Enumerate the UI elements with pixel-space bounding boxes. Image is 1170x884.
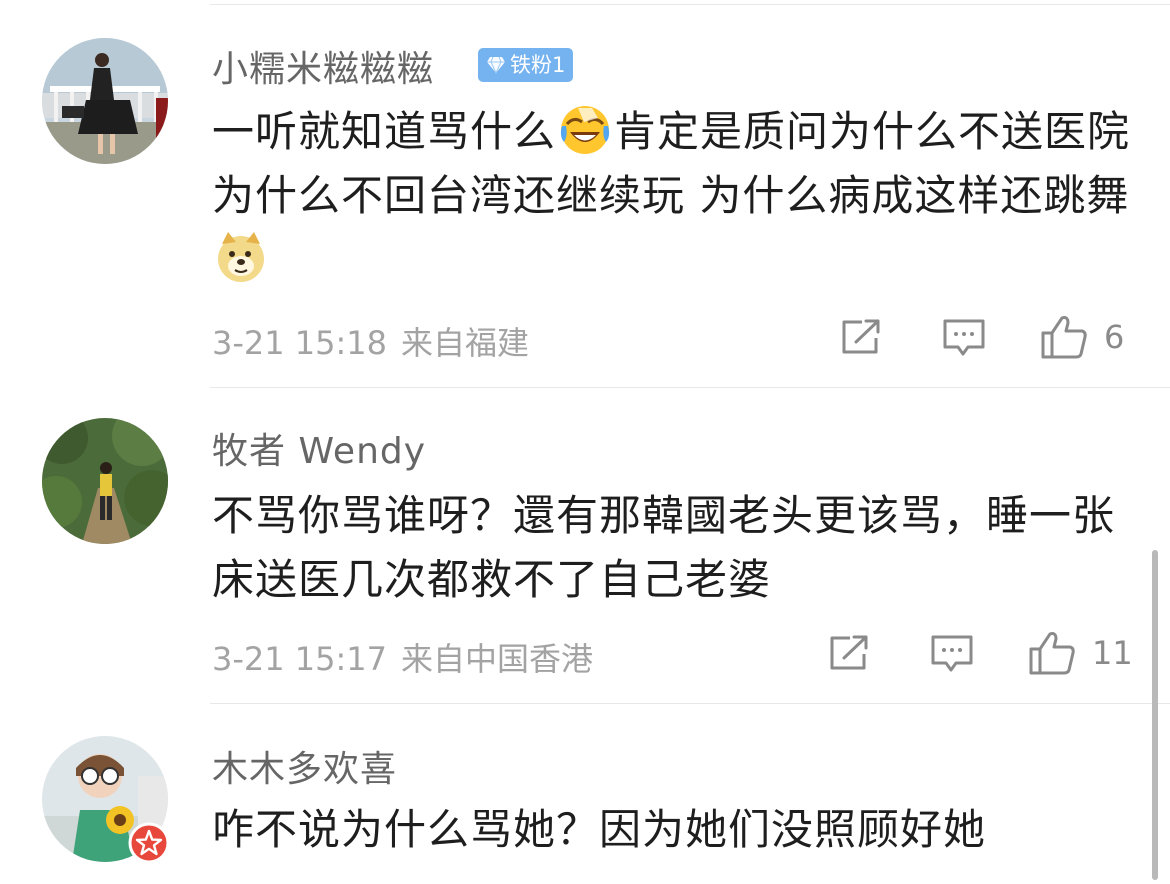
- scrollbar[interactable]: [1152, 550, 1158, 880]
- comment-item: 木木多欢喜 咋不说为什么骂她？因为她们没照顾好她: [0, 0, 1170, 884]
- username[interactable]: 木木多欢喜: [212, 740, 397, 792]
- vip-star-icon: [128, 822, 170, 864]
- comment-text: 咋不说为什么骂她？因为她们没照顾好她: [212, 805, 987, 854]
